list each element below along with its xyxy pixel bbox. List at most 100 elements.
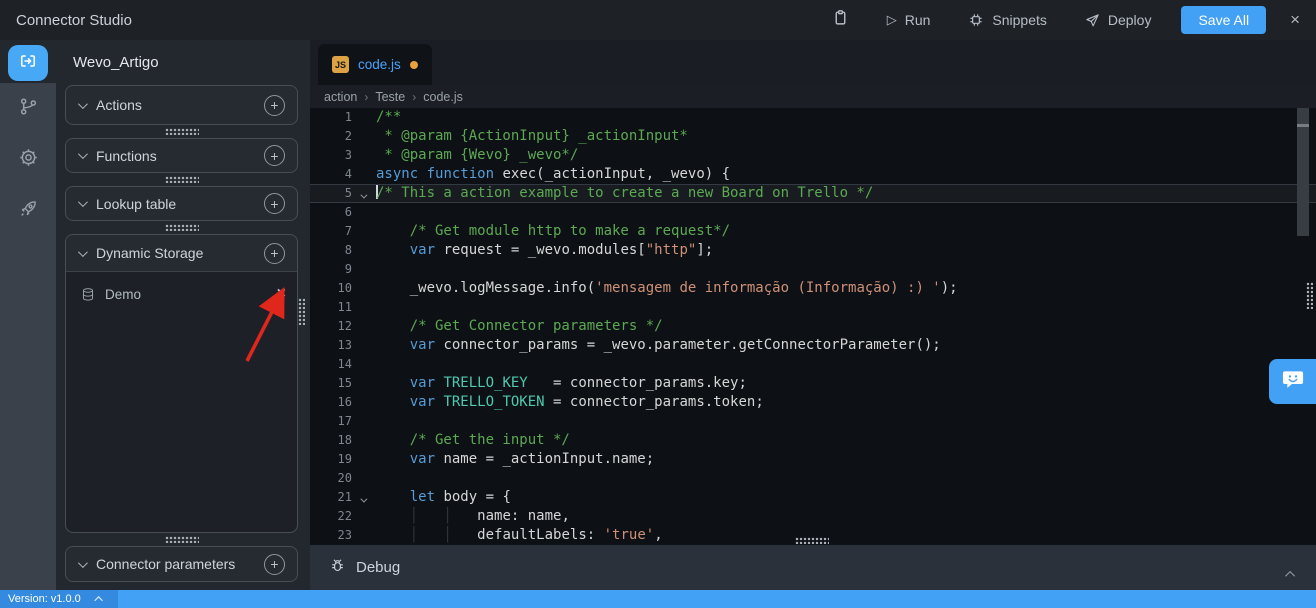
line-number: 16 (310, 393, 352, 412)
code-line-14[interactable]: 14 (310, 355, 1316, 374)
code-line-11[interactable]: 11 (310, 298, 1316, 317)
breadcrumb-item[interactable]: action (324, 90, 357, 104)
editor-scrollbar[interactable] (1297, 108, 1309, 236)
add-button[interactable] (264, 554, 285, 575)
section-body: Demo (66, 271, 297, 532)
fold-gutter (352, 165, 373, 184)
line-number: 12 (310, 317, 352, 336)
paper-plane-icon (1085, 13, 1100, 28)
code-text (373, 412, 376, 431)
section-label: Functions (96, 148, 253, 164)
activity-bar (0, 40, 56, 590)
code-line-13[interactable]: 13 var connector_params = _wevo.paramete… (310, 336, 1316, 355)
section-header[interactable]: Functions (66, 139, 297, 172)
line-number: 20 (310, 469, 352, 488)
code-line-3[interactable]: 3 * @param {Wevo} _wevo*/ (310, 146, 1316, 165)
section-resize-handle[interactable] (65, 125, 298, 138)
rocket-button[interactable] (18, 198, 39, 224)
line-number: 4 (310, 165, 352, 184)
code-line-15[interactable]: 15 var TRELLO_KEY = connector_params.key… (310, 374, 1316, 393)
code-line-7[interactable]: 7 /* Get module http to make a request*/ (310, 222, 1316, 241)
code-line-5[interactable]: 5/* This a action example to create a ne… (310, 184, 1316, 203)
sidebar-section-connector-parameters: Connector parameters (65, 546, 298, 582)
activity-bar-top (0, 40, 56, 83)
fold-gutter (352, 526, 373, 545)
code-text: _wevo.logMessage.info('mensagem de infor… (373, 279, 958, 298)
code-line-20[interactable]: 20 (310, 469, 1316, 488)
fold-gutter (352, 108, 373, 127)
code-line-1[interactable]: 1/** (310, 108, 1316, 127)
code-line-6[interactable]: 6 (310, 203, 1316, 222)
tab-code-js[interactable]: JS code.js (318, 44, 432, 85)
add-button[interactable] (264, 95, 285, 116)
code-line-17[interactable]: 17 (310, 412, 1316, 431)
section-resize-handle[interactable] (65, 533, 298, 546)
debug-panel-header[interactable]: Debug (310, 545, 1316, 590)
code-line-4[interactable]: 4async function exec(_actionInput, _wevo… (310, 165, 1316, 184)
line-number: 19 (310, 450, 352, 469)
code-line-19[interactable]: 19 var name = _actionInput.name; (310, 450, 1316, 469)
line-number: 9 (310, 260, 352, 279)
code-line-10[interactable]: 10 _wevo.logMessage.info('mensagem de in… (310, 279, 1316, 298)
section-header[interactable]: Dynamic Storage (66, 235, 297, 271)
rocket-icon (18, 198, 39, 224)
fold-chevron-icon[interactable] (352, 488, 373, 507)
code-text (373, 355, 376, 374)
chat-support-button[interactable] (1269, 359, 1316, 404)
run-button[interactable]: ▷ Run (887, 12, 931, 28)
close-button[interactable]: × (1290, 10, 1300, 30)
fold-gutter (352, 260, 373, 279)
code-text: * @param {ActionInput} _actionInput* (373, 127, 688, 146)
code-line-16[interactable]: 16 var TRELLO_TOKEN = connector_params.t… (310, 393, 1316, 412)
code-line-22[interactable]: 22 │ │ name: name, (310, 507, 1316, 526)
sidebar-section-lookup-table: Lookup table (65, 186, 298, 221)
settings-button[interactable] (18, 147, 39, 173)
deploy-button[interactable]: Deploy (1085, 12, 1152, 28)
section-resize-handle[interactable] (65, 221, 298, 234)
section-header[interactable]: Connector parameters (66, 547, 297, 581)
version-selector[interactable]: Version: v1.0.0 (0, 590, 118, 608)
fold-chevron-icon[interactable] (352, 184, 373, 203)
debug-label: Debug (356, 559, 400, 576)
section-header[interactable]: Actions (66, 86, 297, 124)
fold-gutter (352, 450, 373, 469)
play-icon: ▷ (887, 12, 897, 28)
chevron-up-icon[interactable] (1288, 565, 1295, 582)
clipboard-icon (832, 8, 849, 32)
save-all-button[interactable]: Save All (1181, 6, 1266, 34)
section-resize-handle[interactable] (65, 173, 298, 186)
line-number: 13 (310, 336, 352, 355)
add-button[interactable] (264, 145, 285, 166)
code-line-2[interactable]: 2 * @param {ActionInput} _actionInput* (310, 127, 1316, 146)
code-line-18[interactable]: 18 /* Get the input */ (310, 431, 1316, 450)
clipboard-button[interactable] (832, 8, 849, 32)
editor-right-resize-handle[interactable] (1306, 282, 1313, 309)
topbar: Connector Studio ▷ Run Snippets Deploy S… (0, 0, 1316, 40)
sidebar-resize-handle[interactable] (298, 298, 305, 325)
remove-item-button[interactable] (277, 286, 286, 302)
add-button[interactable] (264, 193, 285, 214)
breadcrumb-item[interactable]: code.js (423, 90, 463, 104)
code-line-8[interactable]: 8 var request = _wevo.modules["http"]; (310, 241, 1316, 260)
fold-gutter (352, 374, 373, 393)
add-button[interactable] (264, 243, 285, 264)
section-header[interactable]: Lookup table (66, 187, 297, 220)
code-line-9[interactable]: 9 (310, 260, 1316, 279)
sidebar-section-actions: Actions (65, 85, 298, 125)
code-line-12[interactable]: 12 /* Get Connector parameters */ (310, 317, 1316, 336)
tab-label: code.js (358, 57, 401, 72)
code-text (373, 260, 376, 279)
breadcrumb-item[interactable]: Teste (375, 90, 405, 104)
snippets-button[interactable]: Snippets (968, 12, 1046, 28)
storage-item-demo[interactable]: Demo (66, 281, 297, 307)
connector-tool-button[interactable] (8, 45, 48, 81)
line-number: 2 (310, 127, 352, 146)
code-line-21[interactable]: 21 let body = { (310, 488, 1316, 507)
code-text: * @param {Wevo} _wevo*/ (373, 146, 578, 165)
line-number: 18 (310, 431, 352, 450)
debug-panel-resize-handle[interactable] (795, 537, 829, 544)
line-number: 10 (310, 279, 352, 298)
javascript-icon: JS (332, 56, 349, 73)
git-branch-button[interactable] (18, 96, 39, 122)
code-editor[interactable]: 1/**2 * @param {ActionInput} _actionInpu… (310, 108, 1316, 545)
